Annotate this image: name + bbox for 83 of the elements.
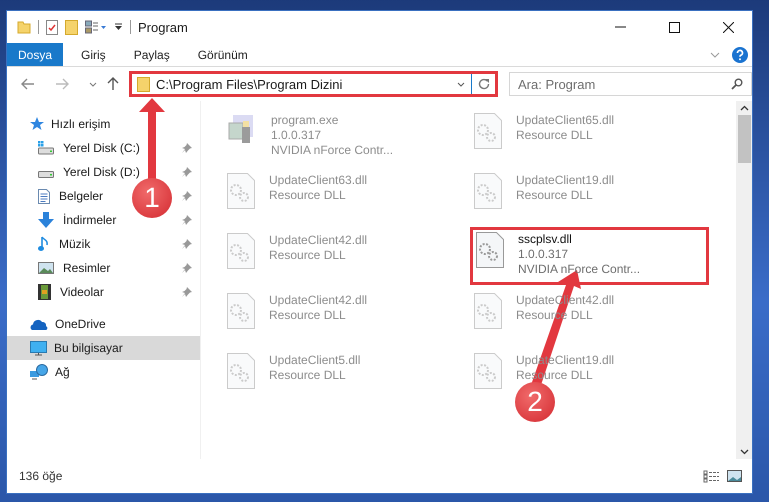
settings-file-icon [476,232,504,268]
sidebar-item[interactable]: Yerel Disk (D:) [38,165,140,179]
settings-file-icon [474,293,502,329]
file-detail: Resource DLL [269,188,347,203]
file-detail: Resource DLL [269,308,347,323]
file-detail: NVIDIA nForce Contr... [271,143,394,158]
monitor-icon [30,340,47,356]
details-view-icon[interactable] [703,470,719,482]
file-detail: Resource DLL [269,248,347,263]
up-arrow-icon[interactable] [107,77,119,91]
pin-icon[interactable] [182,191,192,201]
scroll-down-icon[interactable] [740,449,748,455]
sidebar-item[interactable]: Bu bilgisayar [7,336,200,360]
ribbon-tab[interactable]: Giriş [67,43,120,66]
sidebar-item[interactable]: Hızlı erişim [7,112,200,136]
settings-file-icon [227,233,255,269]
sidebar-item[interactable]: İndirmeler [38,212,116,228]
ribbon-tab[interactable]: Görünüm [184,43,262,66]
settings-file-icon [474,113,502,149]
scroll-bar[interactable] [736,101,752,459]
ribbon-tab[interactable]: Paylaş [120,43,184,66]
checklist-icon[interactable] [46,20,58,34]
settings-file-icon [474,353,502,389]
file-detail: Resource DLL [516,188,594,203]
customize-caret-icon[interactable] [114,23,123,31]
file-detail: 1.0.0.317 [518,247,570,262]
drive-icon [38,170,54,178]
minimize-icon [615,26,626,28]
search-icon [731,78,743,90]
film-strip-icon [38,284,51,300]
pin-icon[interactable] [182,287,192,297]
refresh-icon[interactable] [478,78,490,90]
pin-icon[interactable] [182,239,192,249]
expand-ribbon-icon[interactable] [710,52,720,58]
file-detail: NVIDIA nForce Contr... [518,262,640,277]
file-item[interactable]: sscplsv.dll 1.0.0.317 NVIDIA nForce Contr... [470,227,709,285]
recent-caret-icon[interactable] [89,82,97,86]
file-detail: Resource DLL [516,128,594,143]
ribbon-tab[interactable]: Dosya [7,43,64,66]
sidebar-item[interactable]: Müzik [38,236,90,252]
document-icon [38,188,50,204]
landscape-picture-icon [38,262,54,274]
file-detail: Resource DLL [269,368,347,383]
system-drive-icon [38,141,54,155]
cloud-icon [30,318,48,330]
help-icon[interactable] [732,46,748,62]
settings-file-icon [227,293,255,329]
folder-icon[interactable] [17,20,31,34]
dropdown-caret-icon[interactable] [457,82,465,86]
file-name[interactable]: sscplsv.dll [518,232,640,247]
pin-icon[interactable] [182,143,192,153]
star-icon [30,117,44,131]
pin-icon[interactable] [182,263,192,273]
sidebar-item[interactable]: Ağ [7,360,200,384]
settings-file-icon [227,353,255,389]
address-bar[interactable]: C:\Program Files\Program Dizini [129,71,498,97]
scroll-thumb[interactable] [738,115,750,163]
settings-file-icon [474,173,502,209]
search-field[interactable]: Ara: Program [509,72,752,96]
sidebar-item[interactable]: Belgeler [38,188,104,204]
download-arrow-icon [38,212,54,228]
address-path: C:\Program Files\Program Dizini [156,76,342,92]
back-arrow-icon[interactable] [21,78,35,90]
sidebar-item[interactable]: Resimler [38,261,110,275]
pin-icon[interactable] [182,167,192,177]
maximize-icon [669,22,680,32]
properties-icon[interactable] [85,20,107,34]
sidebar-item[interactable]: OneDrive [7,312,200,336]
folder-icon[interactable] [65,20,78,34]
scroll-up-icon[interactable] [740,105,748,111]
forward-arrow-icon[interactable] [55,78,69,90]
pin-icon[interactable] [182,215,192,225]
file-detail: 1.0.0.317 [271,128,322,143]
music-note-icon [38,236,50,252]
close-icon [723,22,734,32]
network-globe-icon [30,364,48,380]
window-title: Program [138,20,188,34]
item-count: 136 öğe [19,469,62,483]
sidebar-item[interactable]: Videolar [38,284,104,300]
settings-file-icon [227,173,255,209]
large-icons-view-icon[interactable] [727,470,742,482]
folder-icon [137,76,150,92]
sidebar-item[interactable]: Yerel Disk (C:) [38,141,140,155]
